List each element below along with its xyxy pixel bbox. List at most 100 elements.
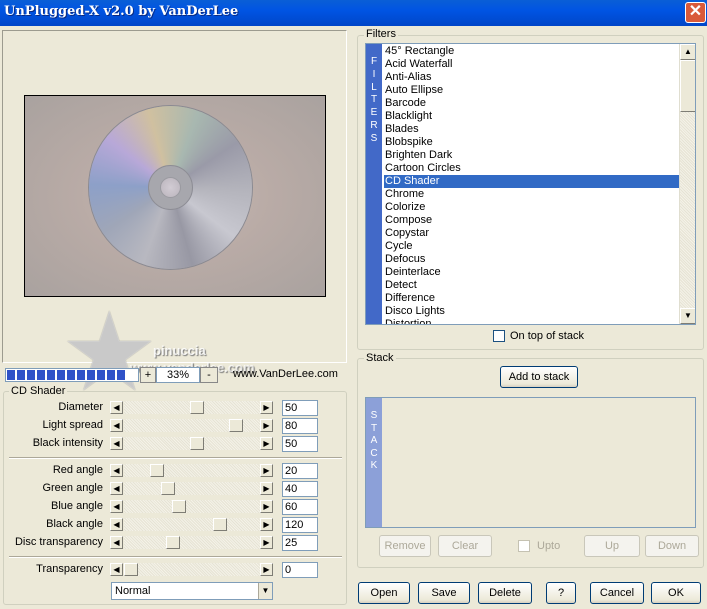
arrow-right-icon[interactable]: ▶ <box>260 518 273 531</box>
filter-list-item[interactable]: CD Shader <box>384 175 680 188</box>
arrow-right-icon[interactable]: ▶ <box>260 401 273 414</box>
arrow-left-icon[interactable]: ◀ <box>110 401 123 414</box>
filter-list-item[interactable]: Disco Lights <box>384 305 680 318</box>
filters-list[interactable]: FILTERS 45° Rectangle Acid Waterfall Anti-… <box>365 43 696 325</box>
black-angle-slider[interactable] <box>124 518 269 531</box>
filter-list-item[interactable]: Deinterlace <box>384 266 680 279</box>
arrow-right-icon[interactable]: ▶ <box>260 437 273 450</box>
slider-thumb[interactable] <box>150 464 164 477</box>
ok-button[interactable]: OK <box>651 582 701 604</box>
slider-thumb[interactable] <box>190 401 204 414</box>
red-angle-input[interactable]: 20 <box>282 463 318 479</box>
separator <box>9 556 342 558</box>
arrow-right-icon[interactable]: ▶ <box>260 482 273 495</box>
filter-list-item[interactable]: Detect <box>384 279 680 292</box>
arrow-left-icon[interactable]: ◀ <box>110 518 123 531</box>
green-angle-slider[interactable] <box>124 482 269 495</box>
slider-thumb[interactable] <box>161 482 175 495</box>
light-spread-slider[interactable] <box>124 419 269 432</box>
filter-list-item[interactable]: Auto Ellipse <box>384 84 680 97</box>
stack-list[interactable]: STACK <box>365 397 696 528</box>
filter-list-item[interactable]: Acid Waterfall <box>384 58 680 71</box>
website-link[interactable]: www.VanDerLee.com <box>233 368 338 380</box>
filter-list-item[interactable]: Blades <box>384 123 680 136</box>
delete-button[interactable]: Delete <box>478 582 532 604</box>
zoom-out-button[interactable]: - <box>200 367 218 383</box>
slider-thumb[interactable] <box>124 563 138 576</box>
filter-list-item[interactable]: Barcode <box>384 97 680 110</box>
blend-mode-select[interactable]: Normal ▼ <box>111 582 273 600</box>
filters-scrollbar[interactable]: ▲ ▼ <box>679 44 695 324</box>
arrow-left-icon[interactable]: ◀ <box>110 437 123 450</box>
zoom-level: 33% <box>156 367 200 383</box>
disc-transparency-slider[interactable] <box>124 536 269 549</box>
arrow-left-icon[interactable]: ◀ <box>110 563 123 576</box>
upto-checkbox[interactable] <box>518 540 530 552</box>
diameter-slider[interactable] <box>124 401 269 414</box>
slider-thumb[interactable] <box>190 437 204 450</box>
arrow-left-icon[interactable]: ◀ <box>110 536 123 549</box>
light-spread-label: Light spread <box>42 419 103 431</box>
black-intensity-slider[interactable] <box>124 437 269 450</box>
arrow-right-icon[interactable]: ▶ <box>260 500 273 513</box>
filter-list-item[interactable]: Chrome <box>384 188 680 201</box>
filters-side-letter: L <box>371 81 377 93</box>
red-angle-slider[interactable] <box>124 464 269 477</box>
zoom-in-button[interactable]: + <box>140 367 156 383</box>
blue-angle-slider[interactable] <box>124 500 269 513</box>
light-spread-input[interactable]: 80 <box>282 418 318 434</box>
chevron-down-icon[interactable]: ▼ <box>258 583 272 599</box>
transparency-input[interactable]: 0 <box>282 562 318 578</box>
filter-list-item[interactable]: Defocus <box>384 253 680 266</box>
arrow-left-icon[interactable]: ◀ <box>110 482 123 495</box>
disc-transparency-input[interactable]: 25 <box>282 535 318 551</box>
preview-image[interactable] <box>24 95 326 297</box>
slider-thumb[interactable] <box>213 518 227 531</box>
arrow-left-icon[interactable]: ◀ <box>110 500 123 513</box>
filter-list-item[interactable]: Distortion <box>384 318 680 324</box>
filter-list-item[interactable]: 45° Rectangle <box>384 45 680 58</box>
filter-list-item[interactable]: Anti-Alias <box>384 71 680 84</box>
filter-list-item[interactable]: Blobspike <box>384 136 680 149</box>
scroll-thumb[interactable] <box>680 60 695 112</box>
clear-button[interactable]: Clear <box>438 535 492 557</box>
black-intensity-input[interactable]: 50 <box>282 436 318 452</box>
filter-list-item[interactable]: Cycle <box>384 240 680 253</box>
arrow-right-icon[interactable]: ▶ <box>260 419 273 432</box>
scroll-down-icon[interactable]: ▼ <box>680 308 695 324</box>
filter-list-item[interactable]: Blacklight <box>384 110 680 123</box>
diameter-input[interactable]: 50 <box>282 400 318 416</box>
transparency-slider[interactable] <box>124 563 269 576</box>
remove-button[interactable]: Remove <box>379 535 431 557</box>
on-top-checkbox[interactable] <box>493 330 505 342</box>
filter-list-item[interactable]: Brighten Dark <box>384 149 680 162</box>
arrow-left-icon[interactable]: ◀ <box>110 419 123 432</box>
black-angle-input[interactable]: 120 <box>282 517 318 533</box>
slider-thumb[interactable] <box>229 419 243 432</box>
close-icon[interactable]: ✕ <box>685 2 706 23</box>
arrow-left-icon[interactable]: ◀ <box>110 464 123 477</box>
slider-thumb[interactable] <box>166 536 180 549</box>
down-button[interactable]: Down <box>645 535 699 557</box>
open-button[interactable]: Open <box>358 582 410 604</box>
filter-list-item[interactable]: Cartoon Circles <box>384 162 680 175</box>
arrow-right-icon[interactable]: ▶ <box>260 536 273 549</box>
save-button[interactable]: Save <box>418 582 470 604</box>
arrow-right-icon[interactable]: ▶ <box>260 464 273 477</box>
stack-side-letter: A <box>370 435 378 447</box>
blue-angle-input[interactable]: 60 <box>282 499 318 515</box>
filter-list-item[interactable]: Difference <box>384 292 680 305</box>
arrow-right-icon[interactable]: ▶ <box>260 563 273 576</box>
filter-list-item[interactable]: Colorize <box>384 201 680 214</box>
red-angle-label: Red angle <box>52 464 103 476</box>
filter-list-item[interactable]: Compose <box>384 214 680 227</box>
help-button[interactable]: ? <box>546 582 576 604</box>
add-to-stack-button[interactable]: Add to stack <box>500 366 578 388</box>
up-button[interactable]: Up <box>584 535 640 557</box>
diameter-label: Diameter <box>58 401 103 413</box>
green-angle-input[interactable]: 40 <box>282 481 318 497</box>
slider-thumb[interactable] <box>172 500 186 513</box>
filter-list-item[interactable]: Copystar <box>384 227 680 240</box>
cancel-button[interactable]: Cancel <box>590 582 644 604</box>
scroll-up-icon[interactable]: ▲ <box>680 44 695 60</box>
